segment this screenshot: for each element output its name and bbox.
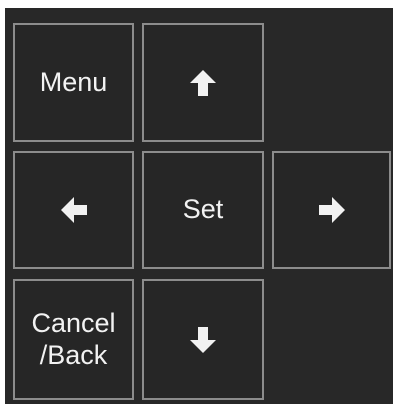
menu-button[interactable]: Menu xyxy=(13,23,134,142)
menu-button-label: Menu xyxy=(39,66,108,97)
down-button[interactable] xyxy=(142,279,264,400)
left-button[interactable] xyxy=(13,151,134,269)
arrow-left-icon xyxy=(59,196,89,224)
remote-control-panel: Menu Set Cancel /Back xyxy=(5,8,393,404)
up-button[interactable] xyxy=(142,23,264,142)
right-button[interactable] xyxy=(272,151,391,269)
set-button-label: Set xyxy=(182,194,224,225)
cancel-back-button[interactable]: Cancel /Back xyxy=(13,279,134,400)
set-button[interactable]: Set xyxy=(142,151,264,269)
cancel-back-button-label: Cancel /Back xyxy=(31,307,116,370)
arrow-up-icon xyxy=(189,68,217,98)
arrow-down-icon xyxy=(189,325,217,355)
arrow-right-icon xyxy=(317,196,347,224)
